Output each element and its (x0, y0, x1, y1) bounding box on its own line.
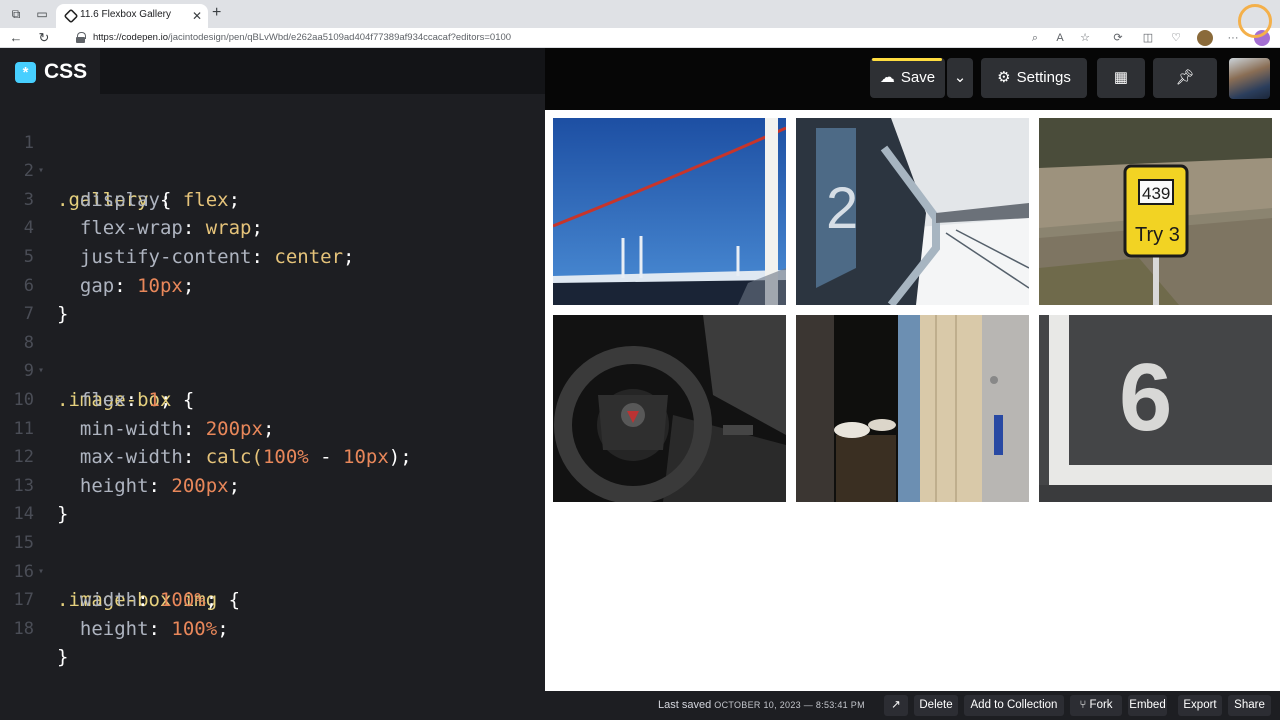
browser-tab-bar: ⧉ ▭ 11.6 Flexbox Gallery ✕ + (0, 0, 1280, 28)
train-number-text: 2 (826, 176, 858, 241)
semicolon: ; (217, 617, 229, 640)
sign-label-text: Try 3 (1135, 224, 1180, 246)
code-line: 13 } (0, 443, 545, 526)
code-line: 1 ▾ .gallery { (0, 100, 545, 211)
sign-number-text: 439 (1142, 184, 1170, 203)
open-external-button[interactable]: ↗ (884, 695, 908, 716)
css-editor[interactable]: * CSS 1 ▾ .gallery { 2 display: flex; 3 … (0, 48, 545, 720)
tab-title: 11.6 Flexbox Gallery (80, 9, 171, 20)
code-line: 4 justify-content: center; (0, 186, 545, 268)
css-asterisk-icon: * (15, 62, 36, 83)
code-line: 3 flex-wrap: wrap; (0, 157, 545, 240)
fork-button[interactable]: ⑂ Fork (1070, 695, 1122, 716)
refresh-icon[interactable]: ↻ (36, 30, 52, 46)
settings-button[interactable]: ⚙ Settings (981, 58, 1087, 98)
new-tab-icon[interactable]: + (212, 5, 221, 21)
zoom-icon[interactable]: ⌕ (1027, 30, 1043, 46)
parking-number-text: 6 (1119, 344, 1172, 451)
gear-icon: ⚙ (997, 69, 1011, 86)
profile-avatar[interactable] (1197, 30, 1213, 46)
brace: } (57, 646, 69, 669)
more-icon[interactable]: ··· (1225, 30, 1241, 46)
code-line: 16 width: 100%; (0, 529, 545, 612)
address-bar: ← ↻ https://codepen.io/jacintodesign/pen… (0, 28, 1280, 48)
code-area[interactable]: 1 ▾ .gallery { 2 display: flex; 3 flex-w… (0, 100, 545, 669)
code-line: 9 flex: 1; (0, 329, 545, 411)
colon: : (148, 617, 172, 640)
code-line: 8 ▾ .image-box { (0, 300, 545, 411)
settings-label: Settings (1016, 69, 1071, 86)
preview-frame[interactable]: 2 439 Try 3 6 (545, 110, 1280, 691)
code-line: 10 min-width: 200px; (0, 357, 545, 440)
save-accent-bar (872, 58, 942, 61)
embed-button[interactable]: Embed (1128, 695, 1167, 716)
favorites-icon[interactable]: ♡ (1168, 30, 1184, 46)
gallery-image-train: 2 (796, 118, 1029, 305)
workspaces-icon[interactable]: ⧉ (8, 6, 24, 22)
line-number: 18 (13, 618, 34, 639)
extensions-icon[interactable]: ⟳ (1110, 30, 1126, 46)
cloud-icon: ☁ (879, 69, 895, 86)
save-label: Save (900, 69, 936, 86)
editor-header: * CSS (0, 48, 545, 94)
code-line: 14 (0, 472, 545, 524)
url-path: /jacintodesign/pen/qBLvWbd/e262aa5109ad4… (168, 32, 512, 43)
gallery-image-car-interior (553, 315, 786, 502)
lock-icon[interactable] (76, 32, 86, 43)
code-line: 18 } (0, 586, 545, 669)
value: 100% (171, 617, 218, 640)
pin-icon: 📌︎ (1175, 69, 1195, 86)
pin-button[interactable]: 📌︎ (1153, 58, 1217, 98)
last-saved-label: Last saved (658, 699, 712, 711)
code-line: 6 } (0, 243, 545, 326)
share-button[interactable]: Share (1228, 695, 1271, 716)
favorite-star-icon[interactable]: ☆ (1077, 30, 1093, 46)
fork-icon: ⑂ (1079, 699, 1087, 711)
tab-css[interactable]: * CSS (0, 48, 100, 94)
code-line: 12 height: 200px; (0, 415, 545, 497)
code-line: 7 (0, 272, 545, 324)
browser-tab[interactable]: 11.6 Flexbox Gallery ✕ (56, 4, 208, 28)
codepen-favicon-icon (63, 8, 79, 24)
gallery-image-bridge (553, 118, 786, 305)
tab-actions-icon[interactable]: ▭ (34, 6, 50, 22)
close-tab-icon[interactable]: ✕ (192, 8, 202, 24)
external-link-icon: ↗ (891, 699, 901, 711)
property: height (79, 617, 149, 640)
back-icon[interactable]: ← (8, 30, 24, 46)
user-avatar[interactable] (1229, 58, 1270, 99)
delete-button[interactable]: Delete (914, 695, 958, 716)
save-button[interactable]: ☁ Save (870, 58, 945, 98)
url-field[interactable]: https://codepen.io/jacintodesign/pen/qBL… (93, 32, 511, 43)
chevron-down-icon: ⌄ (953, 69, 967, 86)
editor-title: CSS (44, 60, 88, 83)
gallery-image-parking-six: 6 (1039, 315, 1272, 502)
fork-label: Fork (1089, 699, 1113, 711)
recording-overlay-icon (1238, 4, 1272, 38)
code-line: 17 height: 100%; (0, 558, 545, 640)
gallery-image-bathroom (796, 315, 1029, 502)
split-screen-icon[interactable]: ◫ (1140, 30, 1156, 46)
pen-toolbar: ☁ Save ⌄ ⚙ Settings ▦ 📌︎ (545, 48, 1280, 110)
last-saved-timestamp: OCTOBER 10, 2023 — 8:53:41 PM (714, 700, 865, 710)
code-line: 15 ▾ .image-box img { (0, 500, 545, 611)
export-button[interactable]: Export (1178, 695, 1222, 716)
last-saved-status: Last saved OCTOBER 10, 2023 — 8:53:41 PM (658, 699, 865, 711)
code-line: 11 max-width: calc(100% - 10px); (0, 386, 545, 469)
read-aloud-icon[interactable]: A (1052, 30, 1068, 46)
layout-button[interactable]: ▦ (1097, 58, 1145, 98)
pen-footer: Last saved OCTOBER 10, 2023 — 8:53:41 PM… (545, 691, 1280, 720)
layout-icon: ▦ (1113, 69, 1129, 86)
gallery-image-road-sign: 439 Try 3 (1039, 118, 1272, 305)
code-line: 2 display: flex; (0, 129, 545, 211)
add-to-collection-button[interactable]: Add to Collection (964, 695, 1064, 716)
code-line: 5 gap: 10px; (0, 214, 545, 297)
save-options-dropdown[interactable]: ⌄ (947, 58, 973, 98)
url-host: https://codepen.io (93, 32, 168, 43)
